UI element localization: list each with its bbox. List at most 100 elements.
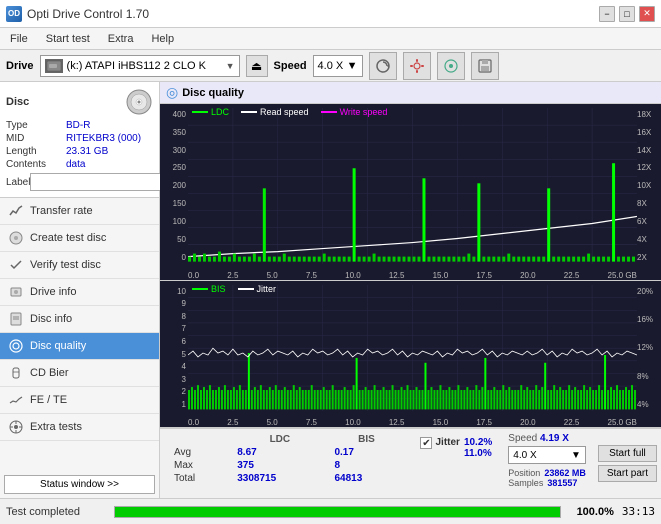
sidebar-item-cd-bier[interactable]: CD Bier bbox=[0, 360, 159, 387]
jitter-avg-row: 10.2% bbox=[464, 437, 492, 448]
disc-label-input[interactable] bbox=[30, 173, 168, 191]
y1r-8x: 8X bbox=[637, 199, 661, 208]
chart1-grid bbox=[188, 108, 637, 264]
disc-length-row: Length 23.31 GB bbox=[6, 146, 153, 157]
y2-3: 3 bbox=[160, 375, 188, 384]
sidebar-item-verify-test-disc[interactable]: Verify test disc bbox=[0, 252, 159, 279]
y2r-12: 12% bbox=[637, 343, 661, 352]
menu-file[interactable]: File bbox=[6, 32, 32, 46]
x1-12.5: 12.5 bbox=[389, 271, 405, 280]
jitter-max-val: 11.0% bbox=[464, 448, 492, 459]
y2-6: 6 bbox=[160, 337, 188, 346]
legend-bis-label: BIS bbox=[211, 284, 226, 294]
sidebar-item-transfer-rate[interactable]: Transfer rate bbox=[0, 198, 159, 225]
max-bis: 8 bbox=[328, 459, 404, 472]
drive-select[interactable]: (k:) ATAPI iHBS112 2 CLO K ▼ bbox=[40, 55, 240, 77]
sidebar-item-extra-tests[interactable]: Extra tests bbox=[0, 414, 159, 441]
menubar: File Start test Extra Help bbox=[0, 28, 661, 50]
y1-label-400: 400 bbox=[160, 110, 188, 119]
start-full-button[interactable]: Start full bbox=[598, 445, 657, 462]
speed-select[interactable]: 4.0 X ▼ bbox=[313, 55, 363, 77]
create-test-disc-label: Create test disc bbox=[30, 232, 106, 244]
close-button[interactable]: ✕ bbox=[639, 6, 655, 22]
eject-button[interactable]: ⏏ bbox=[246, 55, 268, 77]
toolbar-settings-button[interactable] bbox=[403, 52, 431, 80]
cd-bier-label: CD Bier bbox=[30, 367, 69, 379]
status-window-button[interactable]: Status window >> bbox=[4, 475, 155, 494]
y2-10: 10 bbox=[160, 287, 188, 296]
start-part-button[interactable]: Start part bbox=[598, 465, 657, 482]
samples-row: Samples 381557 bbox=[508, 478, 586, 488]
disc-type-row: Type BD-R bbox=[6, 120, 153, 131]
toolbar-refresh-button[interactable] bbox=[369, 52, 397, 80]
y1-label-100: 100 bbox=[160, 217, 188, 226]
y1-label-300: 300 bbox=[160, 146, 188, 155]
position-samples: Position 23862 MB Samples 381557 bbox=[508, 468, 586, 488]
disc-contents-row: Contents data bbox=[6, 159, 153, 170]
app-icon: OD bbox=[6, 6, 22, 22]
samples-label: Samples bbox=[508, 478, 543, 488]
position-row: Position 23862 MB bbox=[508, 468, 586, 478]
disc-type-value: BD-R bbox=[66, 120, 90, 131]
x1-15: 15.0 bbox=[433, 271, 449, 280]
main-area: Disc Type BD-R MID RITEKBR3 (000) bbox=[0, 82, 661, 498]
y2r-4: 4% bbox=[637, 400, 661, 409]
disc-contents-label: Contents bbox=[6, 159, 66, 170]
label-avg: Avg bbox=[168, 446, 231, 459]
sidebar-item-disc-info[interactable]: Disc info bbox=[0, 306, 159, 333]
app-title: Opti Drive Control 1.70 bbox=[27, 7, 149, 21]
toolbar-media-button[interactable] bbox=[437, 52, 465, 80]
cd-bier-icon bbox=[8, 365, 24, 381]
sidebar-item-fe-te[interactable]: FE / TE bbox=[0, 387, 159, 414]
menu-help[interactable]: Help bbox=[147, 32, 178, 46]
menu-start-test[interactable]: Start test bbox=[42, 32, 94, 46]
y1r-10x: 10X bbox=[637, 181, 661, 190]
disc-mid-row: MID RITEKBR3 (000) bbox=[6, 133, 153, 144]
nav-items: Transfer rate Create test disc Verify te… bbox=[0, 198, 159, 471]
stats-bar: LDC BIS Avg 8.67 0.17 Max 375 8 Total bbox=[160, 428, 661, 498]
y1-label-350: 350 bbox=[160, 128, 188, 137]
x1-22.5: 22.5 bbox=[564, 271, 580, 280]
jitter-label: Jitter bbox=[435, 437, 459, 448]
sidebar-item-create-test-disc[interactable]: Create test disc bbox=[0, 225, 159, 252]
drive-info-label: Drive info bbox=[30, 286, 76, 298]
speed-select-val: 4.0 X bbox=[513, 450, 536, 461]
fe-te-icon bbox=[8, 392, 24, 408]
jitter-checkbox[interactable]: ✔ bbox=[420, 437, 432, 449]
drive-icon bbox=[45, 59, 63, 73]
avg-ldc: 8.67 bbox=[231, 446, 328, 459]
drive-dropdown-arrow: ▼ bbox=[226, 61, 235, 71]
legend-ldc-label: LDC bbox=[211, 107, 229, 117]
x1-10: 10.0 bbox=[345, 271, 361, 280]
x2-17.5: 17.5 bbox=[476, 418, 492, 427]
chart2-container: BIS Jitter 10 9 8 7 6 5 bbox=[160, 281, 661, 428]
speed-dropdown[interactable]: 4.0 X ▼ bbox=[508, 446, 586, 464]
y2-4: 4 bbox=[160, 362, 188, 371]
x2-25: 25.0 GB bbox=[608, 418, 637, 427]
legend-read-speed: Read speed bbox=[241, 107, 309, 117]
disc-quality-title: Disc quality bbox=[182, 87, 244, 99]
minimize-button[interactable]: − bbox=[599, 6, 615, 22]
titlebar-left: OD Opti Drive Control 1.70 bbox=[6, 6, 149, 22]
label-total: Total bbox=[168, 472, 231, 485]
table-row-avg: Avg 8.67 0.17 bbox=[168, 446, 404, 459]
y1-label-250: 250 bbox=[160, 163, 188, 172]
legend-read-speed-label: Read speed bbox=[260, 107, 309, 117]
sidebar-item-disc-quality[interactable]: Disc quality bbox=[0, 333, 159, 360]
y2r-20: 20% bbox=[637, 287, 661, 296]
disc-quality-header: ◎ Disc quality bbox=[160, 82, 661, 104]
write-speed-color bbox=[321, 111, 337, 113]
disc-icon bbox=[125, 88, 153, 116]
drive-value: (k:) ATAPI iHBS112 2 CLO K bbox=[67, 60, 222, 72]
jitter-color bbox=[238, 288, 254, 290]
maximize-button[interactable]: □ bbox=[619, 6, 635, 22]
sidebar-item-drive-info[interactable]: Drive info bbox=[0, 279, 159, 306]
menu-extra[interactable]: Extra bbox=[104, 32, 138, 46]
disc-length-value: 23.31 GB bbox=[66, 146, 108, 157]
speed-header: Speed 4.19 X bbox=[508, 433, 586, 444]
extra-tests-label: Extra tests bbox=[30, 421, 82, 433]
y1r-6x: 6X bbox=[637, 217, 661, 226]
legend-write-speed: Write speed bbox=[321, 107, 388, 117]
y1-label-150: 150 bbox=[160, 199, 188, 208]
toolbar-save-button[interactable] bbox=[471, 52, 499, 80]
